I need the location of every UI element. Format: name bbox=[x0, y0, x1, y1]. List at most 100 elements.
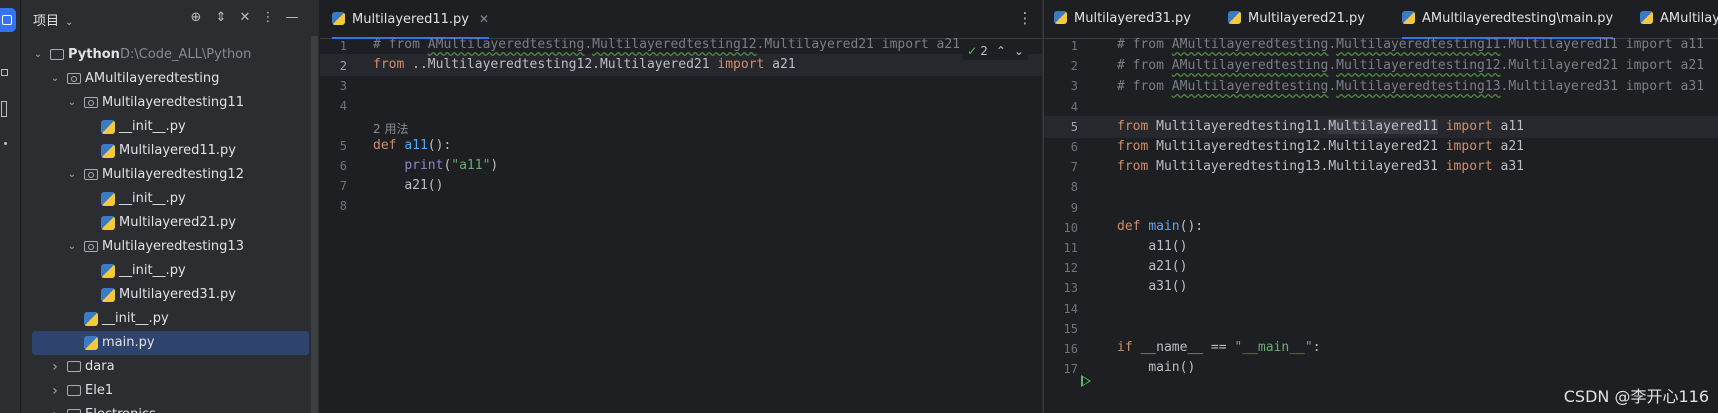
tree-item-label: AMultilayeredtesting bbox=[85, 71, 220, 86]
chevron-down-icon[interactable]: ⌄ bbox=[66, 163, 78, 187]
line-number: 7 bbox=[1070, 160, 1078, 175]
code-line-11: a11() bbox=[1148, 239, 1188, 254]
bookmarks-tool-button[interactable] bbox=[0, 96, 16, 120]
tree-item-label: Multilayered11.py bbox=[119, 143, 236, 158]
tree-item[interactable]: ⌄ AMultilayeredtesting bbox=[21, 67, 311, 91]
chevron-right-icon[interactable]: › bbox=[49, 379, 61, 403]
locate-icon[interactable]: ⊕ bbox=[187, 9, 205, 27]
tab-multilayered21[interactable]: Multilayered21.py bbox=[1228, 0, 1365, 38]
usage-hint[interactable]: 2 用法 bbox=[373, 120, 408, 137]
minimize-icon[interactable]: — bbox=[283, 9, 301, 27]
tree-item-label: __init__.py bbox=[119, 191, 186, 206]
line-number: 4 bbox=[1070, 99, 1078, 114]
chevron-down-icon[interactable]: ⌄ bbox=[32, 43, 44, 67]
tree-item[interactable]: Multilayered11.py bbox=[21, 139, 311, 163]
package-icon bbox=[67, 73, 81, 84]
chevron-down-icon[interactable]: ⌄ bbox=[1014, 44, 1024, 58]
line-number: 12 bbox=[1063, 261, 1078, 276]
folder-icon bbox=[67, 361, 81, 372]
tree-item[interactable]: ⌄ Multilayeredtesting12 bbox=[21, 163, 311, 187]
tab-label: AMultilayered bbox=[1660, 11, 1718, 26]
project-view-selector[interactable]: 项目 ⌄ bbox=[33, 10, 73, 29]
tab-multilayered31[interactable]: Multilayered31.py bbox=[1054, 0, 1191, 38]
chevron-right-icon[interactable]: › bbox=[49, 403, 61, 413]
tab-multilayered11[interactable]: Multilayered11.py ✕ bbox=[332, 0, 490, 39]
more-tools-button[interactable] bbox=[0, 132, 16, 156]
line-number: 6 bbox=[339, 159, 347, 173]
code-line-6: from Multilayeredtesting12.Multilayered2… bbox=[1117, 139, 1525, 154]
tree-item[interactable]: __init__.py bbox=[21, 259, 311, 283]
python-file-icon bbox=[101, 264, 115, 278]
tree-item[interactable]: __init__.py bbox=[21, 115, 311, 139]
line-number: 5 bbox=[1070, 119, 1078, 134]
structure-tool-button[interactable] bbox=[0, 60, 16, 84]
tree-item[interactable]: › dara bbox=[21, 355, 311, 379]
line-number: 5 bbox=[339, 139, 347, 153]
project-tool-button[interactable] bbox=[0, 8, 16, 32]
options-icon[interactable]: ⋮ bbox=[259, 9, 277, 27]
python-file-icon bbox=[101, 144, 115, 158]
collapse-all-icon[interactable]: ✕ bbox=[236, 9, 254, 27]
tree-item[interactable]: __init__.py bbox=[21, 307, 311, 331]
python-file-icon bbox=[101, 192, 115, 206]
package-icon bbox=[84, 169, 98, 180]
tree-item-label: Python bbox=[68, 47, 120, 62]
tree-item[interactable]: › Ele1 bbox=[21, 379, 311, 403]
tree-item-label: __init__.py bbox=[102, 311, 169, 326]
right-code-area[interactable]: # from AMultilayeredtesting.Multilayered… bbox=[1044, 37, 1718, 413]
chevron-down-icon[interactable]: ⌄ bbox=[49, 67, 61, 91]
python-file-icon bbox=[1402, 11, 1415, 24]
tree-item[interactable]: ⌄ Python D:\Code_ALL\Python bbox=[21, 43, 311, 67]
code-line-3: # from AMultilayeredtesting.Multilayered… bbox=[1117, 79, 1705, 94]
tree-item-label: Multilayered31.py bbox=[119, 287, 236, 302]
project-panel-scrollbar[interactable] bbox=[311, 36, 318, 413]
tree-item[interactable]: Multilayered21.py bbox=[21, 211, 311, 235]
expand-all-icon[interactable]: ⇕ bbox=[212, 9, 230, 27]
code-line-1: # from AMultilayeredtesting.Multilayered… bbox=[1117, 37, 1705, 52]
python-file-icon bbox=[84, 336, 98, 350]
tree-item[interactable]: › Electronics bbox=[21, 403, 311, 413]
python-file-icon bbox=[101, 288, 115, 302]
inspection-count: 2 bbox=[980, 44, 988, 58]
python-file-icon bbox=[101, 216, 115, 230]
activity-bar bbox=[0, 0, 21, 413]
structure-icon bbox=[1, 69, 8, 76]
tree-item-label: Electronics bbox=[85, 403, 156, 413]
tab-main[interactable]: AMultilayeredtesting\main.py bbox=[1402, 0, 1614, 39]
tree-item-label: dara bbox=[85, 359, 115, 374]
tab-label: Multilayered21.py bbox=[1248, 11, 1365, 26]
chevron-down-icon[interactable]: ⌄ bbox=[66, 91, 78, 115]
python-file-icon bbox=[332, 12, 345, 25]
line-number: 2 bbox=[1070, 59, 1078, 74]
project-panel-header: 项目 ⌄ ⊕ ⇕ ✕ ⋮ — bbox=[21, 0, 319, 36]
tree-item-label: main.py bbox=[102, 335, 155, 350]
folder-icon bbox=[67, 385, 81, 396]
tree-item[interactable]: ⌄ Multilayeredtesting11 bbox=[21, 91, 311, 115]
inspection-widget[interactable]: ✓ 2 ⌃ ⌄ bbox=[963, 42, 1028, 60]
more-icon bbox=[4, 142, 7, 145]
package-icon bbox=[84, 97, 98, 108]
code-line-5: def a11(): bbox=[373, 138, 452, 153]
tree-item[interactable]: main.py bbox=[32, 331, 309, 355]
chevron-down-icon[interactable]: ⌄ bbox=[66, 235, 78, 259]
tab-options-icon[interactable]: ⋮ bbox=[1016, 8, 1034, 28]
package-icon bbox=[84, 241, 98, 252]
code-line-6: print("a11") bbox=[404, 158, 499, 173]
line-number: 9 bbox=[1070, 200, 1078, 215]
close-icon[interactable]: ✕ bbox=[479, 12, 489, 26]
tree-item[interactable]: Multilayered31.py bbox=[21, 283, 311, 307]
left-code-area[interactable]: ✓ 2 ⌃ ⌄ # from AMultilayeredtesting.Multila… bbox=[320, 37, 1042, 413]
tree-item-label: __init__.py bbox=[119, 263, 186, 278]
code-line-7: from Multilayeredtesting13.Multilayered3… bbox=[1117, 159, 1525, 174]
chevron-up-icon[interactable]: ⌃ bbox=[996, 44, 1006, 58]
tree-item-label: Multilayered21.py bbox=[119, 215, 236, 230]
chevron-down-icon: ⌄ bbox=[65, 17, 74, 28]
tree-item[interactable]: ⌄ Multilayeredtesting13 bbox=[21, 235, 311, 259]
chevron-right-icon[interactable]: › bbox=[49, 355, 61, 379]
left-editor: Multilayered11.py ✕ ⋮ ✓ 2 ⌃ ⌄ # from AMultil… bbox=[319, 0, 1042, 413]
tree-item-label: Multilayeredtesting11 bbox=[102, 95, 244, 110]
run-icon[interactable] bbox=[1081, 375, 1091, 387]
bookmarks-icon bbox=[1, 101, 7, 117]
tree-item[interactable]: __init__.py bbox=[21, 187, 311, 211]
tab-amultilayered[interactable]: AMultilayered bbox=[1640, 0, 1718, 38]
